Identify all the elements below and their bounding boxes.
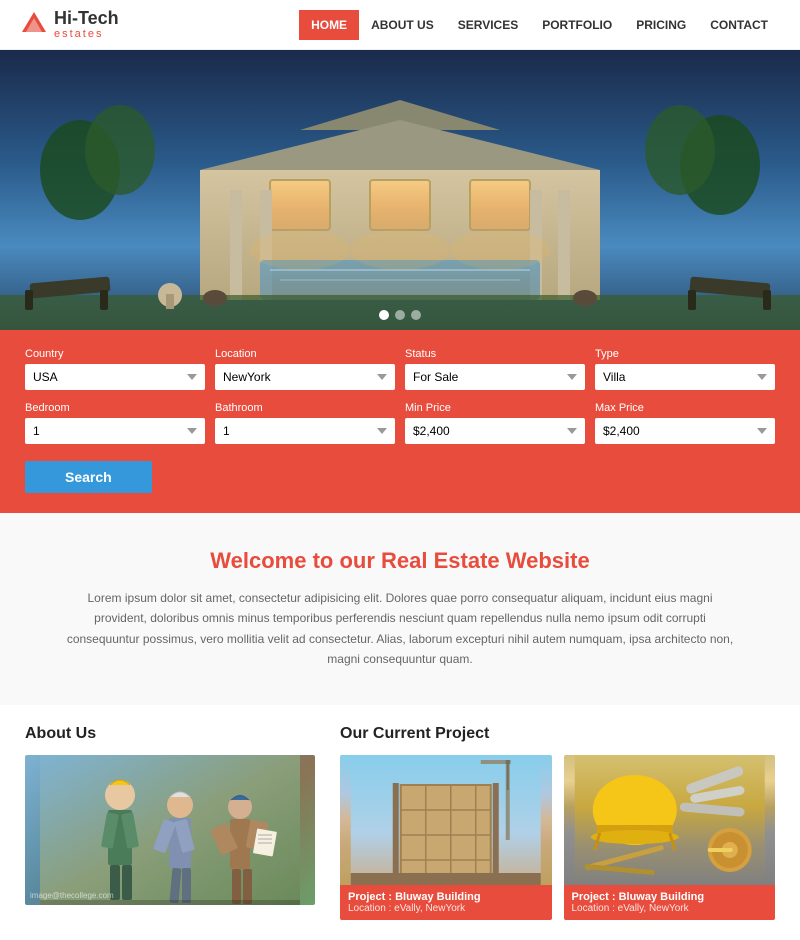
welcome-body: Lorem ipsum dolor sit amet, consectetur …: [60, 588, 740, 670]
project-name-1: Project : Bluway Building: [348, 891, 544, 903]
nav-contact[interactable]: CONTACT: [698, 10, 780, 40]
workers-scene: [25, 755, 315, 905]
location-label: Location: [215, 348, 395, 360]
project-name-2: Project : Bluway Building: [572, 891, 768, 903]
maxprice-field: Max Price $2,400: [595, 402, 775, 444]
dot-3[interactable]: [411, 310, 421, 320]
project-image-1: [340, 755, 552, 885]
projects-title: Our Current Project: [340, 725, 775, 743]
about-title: About Us: [25, 725, 315, 743]
search-row-1: Country USA Location NewYork Status For …: [25, 348, 775, 390]
nav-portfolio[interactable]: PORTFOLIO: [530, 10, 624, 40]
projects-column: Our Current Project: [340, 725, 775, 920]
minprice-label: Min Price: [405, 402, 585, 414]
project-location-2: Location : eVally, NewYork: [572, 903, 768, 914]
nav-about[interactable]: ABOUT US: [359, 10, 446, 40]
project-info-2: Project : Bluway Building Location : eVa…: [564, 885, 776, 920]
dot-2[interactable]: [395, 310, 405, 320]
main-nav: HOME ABOUT US SERVICES PORTFOLIO PRICING…: [299, 10, 780, 40]
type-select[interactable]: Villa: [595, 364, 775, 390]
nav-pricing[interactable]: PRICING: [624, 10, 698, 40]
about-image: image@thecollege.com: [25, 755, 315, 905]
project-image-2: [564, 755, 776, 885]
nav-home[interactable]: HOME: [299, 10, 359, 40]
type-label: Type: [595, 348, 775, 360]
location-field: Location NewYork: [215, 348, 395, 390]
logo-sub: estates: [54, 28, 119, 40]
country-field: Country USA: [25, 348, 205, 390]
search-button[interactable]: Search: [25, 461, 152, 493]
country-label: Country: [25, 348, 205, 360]
search-section: Country USA Location NewYork Status For …: [0, 330, 800, 513]
logo-text: Hi-Tech estates: [54, 9, 119, 41]
bathroom-field: Bathroom 1: [215, 402, 395, 444]
minprice-field: Min Price $2,400: [405, 402, 585, 444]
hero-section: [0, 50, 800, 330]
project-info-1: Project : Bluway Building Location : eVa…: [340, 885, 552, 920]
bedroom-field: Bedroom 1: [25, 402, 205, 444]
status-select[interactable]: For Sale: [405, 364, 585, 390]
image-watermark: image@thecollege.com: [30, 891, 114, 900]
project-location-1: Location : eVally, NewYork: [348, 903, 544, 914]
dot-1[interactable]: [379, 310, 389, 320]
location-select[interactable]: NewYork: [215, 364, 395, 390]
country-select[interactable]: USA: [25, 364, 205, 390]
nav-services[interactable]: SERVICES: [446, 10, 530, 40]
logo-name: Hi-Tech: [54, 9, 119, 29]
minprice-select[interactable]: $2,400: [405, 418, 585, 444]
status-label: Status: [405, 348, 585, 360]
status-field: Status For Sale: [405, 348, 585, 390]
site-header: Hi-Tech estates HOME ABOUT US SERVICES P…: [0, 0, 800, 50]
logo-icon: [20, 10, 48, 38]
bedroom-select[interactable]: 1: [25, 418, 205, 444]
welcome-section: Welcome to our Real Estate Website Lorem…: [0, 513, 800, 705]
welcome-title: Welcome to our Real Estate Website: [50, 548, 750, 574]
lower-section: About Us: [0, 705, 800, 940]
project-card-2[interactable]: Project : Bluway Building Location : eVa…: [564, 755, 776, 920]
search-row-2: Bedroom 1 Bathroom 1 Min Price $2,400 Ma…: [25, 402, 775, 444]
type-field: Type Villa: [595, 348, 775, 390]
bathroom-select[interactable]: 1: [215, 418, 395, 444]
building-scene: [340, 755, 552, 885]
hero-scene: [0, 50, 800, 330]
about-column: About Us: [25, 725, 315, 920]
logo: Hi-Tech estates: [20, 9, 119, 41]
hero-dots: [379, 310, 421, 320]
bedroom-label: Bedroom: [25, 402, 205, 414]
bathroom-label: Bathroom: [215, 402, 395, 414]
maxprice-label: Max Price: [595, 402, 775, 414]
projects-grid: Project : Bluway Building Location : eVa…: [340, 755, 775, 920]
tools-scene: [564, 755, 776, 885]
maxprice-select[interactable]: $2,400: [595, 418, 775, 444]
project-card-1[interactable]: Project : Bluway Building Location : eVa…: [340, 755, 552, 920]
